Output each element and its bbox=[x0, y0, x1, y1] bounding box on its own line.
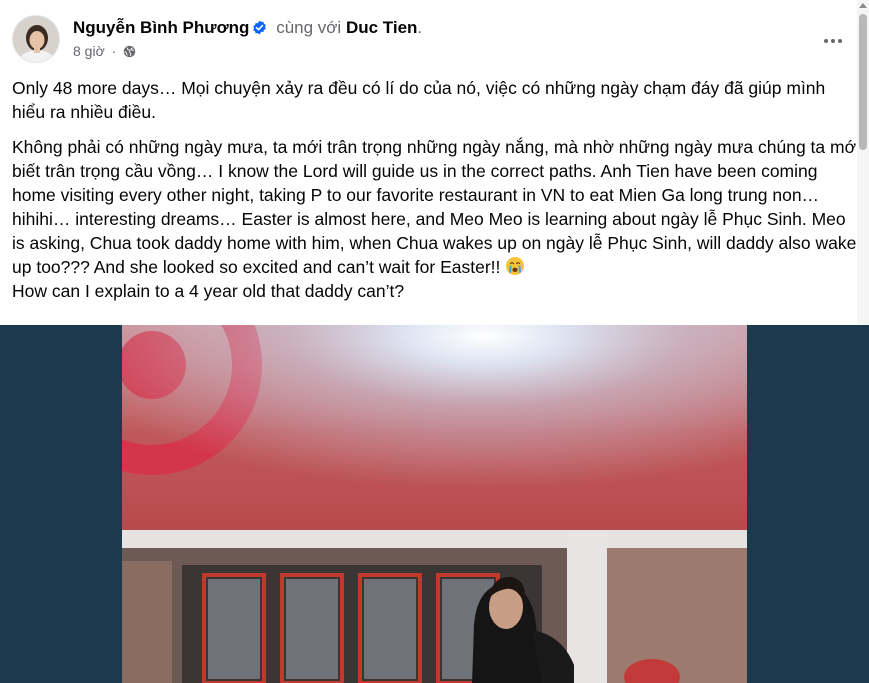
facebook-post: Nguyễn Bình Phương cùng với Duc Tien. 8 … bbox=[0, 0, 869, 683]
post-media bbox=[0, 325, 869, 683]
post-photo[interactable] bbox=[122, 325, 747, 683]
post-text: Only 48 more days… Mọi chuyện xảy ra đều… bbox=[12, 76, 860, 314]
scrollbar-thumb[interactable] bbox=[859, 14, 867, 150]
globe-icon[interactable] bbox=[123, 44, 136, 58]
post-timestamp[interactable]: 8 giờ bbox=[73, 43, 105, 59]
author-line: Nguyễn Bình Phương cùng với Duc Tien. bbox=[73, 17, 422, 39]
meta-separator: · bbox=[111, 43, 117, 59]
author-avatar[interactable] bbox=[12, 15, 60, 63]
crying-face-emoji bbox=[505, 256, 525, 276]
post-paragraph-2: Không phải có những ngày mưa, ta mới trâ… bbox=[12, 135, 860, 303]
post-paragraph-1: Only 48 more days… Mọi chuyện xảy ra đều… bbox=[12, 78, 826, 122]
more-options-icon[interactable] bbox=[815, 23, 851, 59]
scroll-up-arrow-icon[interactable] bbox=[859, 3, 867, 8]
scrollbar[interactable] bbox=[857, 0, 869, 325]
post-paragraph-2-end: How can I explain to a 4 year old that d… bbox=[12, 281, 405, 301]
post-meta: 8 giờ · bbox=[73, 42, 136, 60]
with-text: cùng với bbox=[276, 18, 342, 37]
author-name[interactable]: Nguyễn Bình Phương bbox=[73, 18, 249, 37]
verified-badge-icon bbox=[252, 19, 267, 35]
tagged-person[interactable]: Duc Tien bbox=[346, 18, 417, 37]
post-header: Nguyễn Bình Phương cùng với Duc Tien. 8 … bbox=[12, 15, 857, 65]
post-paragraph-2-body: Không phải có những ngày mưa, ta mới trâ… bbox=[12, 137, 860, 277]
tagged-suffix: . bbox=[417, 18, 423, 37]
